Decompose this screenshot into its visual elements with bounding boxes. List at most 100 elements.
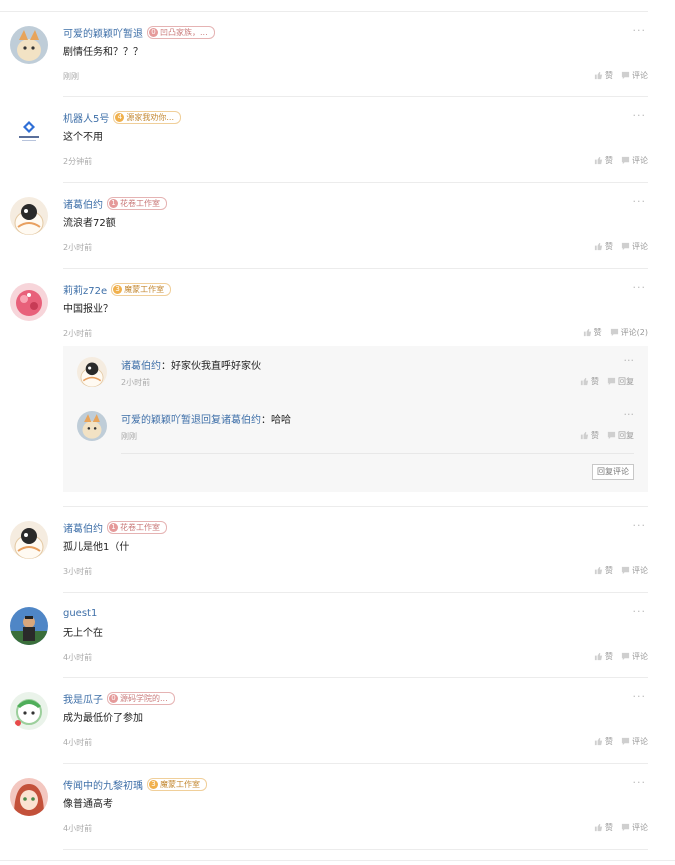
avatar[interactable] — [10, 111, 48, 149]
more-options-icon[interactable]: ··· — [633, 281, 647, 294]
thumbs-up-icon — [583, 328, 591, 337]
like-button[interactable]: 赞 — [594, 241, 613, 252]
reply-text: 好家伙我直呼好家伙 — [171, 361, 261, 372]
like-button[interactable]: 赞 — [580, 430, 599, 441]
comment-item: 诸葛伯约 1 花卷工作室 孤儿是他1（什 3小时前 ··· 赞 评论 — [0, 507, 648, 593]
comment-label: 评论 — [632, 71, 648, 80]
username[interactable]: 传闻中的九黎初瑀 — [63, 777, 143, 792]
like-button[interactable]: 赞 — [594, 155, 613, 166]
like-label: 赞 — [605, 242, 613, 251]
more-options-icon[interactable]: ··· — [633, 690, 647, 703]
replies-panel: 诸葛伯约：好家伙我直呼好家伙 2小时前 ··· 赞 回复 可爱的颖颖吖暂退回复诸… — [63, 346, 648, 492]
avatar[interactable] — [10, 692, 48, 730]
group-badge[interactable]: 3 魔蒙工作室 — [147, 777, 207, 791]
username[interactable]: 机器人5号 — [63, 110, 109, 125]
timestamp: 刚刚 — [121, 432, 137, 441]
comment-actions: 赞 评论 — [586, 565, 648, 576]
like-button[interactable]: 赞 — [580, 376, 599, 387]
more-options-icon[interactable]: ··· — [633, 776, 647, 789]
like-button[interactable]: 赞 — [594, 736, 613, 747]
more-options-icon[interactable]: ··· — [633, 605, 647, 618]
more-options-icon[interactable]: ··· — [633, 519, 647, 532]
avatar[interactable] — [10, 778, 48, 816]
comment-item: 传闻中的九黎初瑀 3 魔蒙工作室 像普通高考 4小时前 ··· 赞 评论 — [0, 764, 648, 850]
avatar[interactable] — [10, 197, 48, 235]
like-button[interactable]: 赞 — [594, 651, 613, 662]
more-options-icon[interactable]: ··· — [624, 408, 635, 421]
more-options-icon[interactable]: ··· — [633, 109, 647, 122]
thumbs-up-icon — [580, 431, 589, 440]
badge-label: 源码学院的... — [120, 693, 168, 703]
reply-item: 诸葛伯约：好家伙我直呼好家伙 2小时前 ··· 赞 回复 — [63, 346, 648, 400]
name-row: 莉莉z72e 3 魔蒙工作室 — [63, 282, 172, 297]
group-badge[interactable]: 1 花卷工作室 — [107, 520, 167, 534]
comment-button[interactable]: 评论 — [621, 822, 648, 833]
username[interactable]: guest1 — [63, 608, 97, 619]
username[interactable]: 可爱的颖颖吖暂退 — [63, 25, 143, 40]
bottom-divider — [0, 860, 675, 861]
comment-actions: 赞 评论 — [586, 651, 648, 662]
badge-label: 魔蒙工作室 — [124, 284, 165, 294]
like-label: 赞 — [593, 328, 602, 337]
comment-button[interactable]: 评论 — [621, 241, 648, 252]
group-badge[interactable]: 1 花卷工作室 — [107, 196, 167, 210]
avatar[interactable] — [10, 283, 48, 321]
group-badge[interactable]: 3 魔蒙工作室 — [111, 282, 172, 296]
like-button[interactable]: 赞 — [594, 822, 613, 833]
username[interactable]: 诸葛伯约 — [63, 196, 103, 211]
badge-label: 花卷工作室 — [120, 198, 160, 208]
avatar[interactable] — [10, 26, 48, 64]
comment-icon — [621, 566, 630, 575]
like-button[interactable]: 赞 — [594, 565, 613, 576]
comment-label: 评论 — [632, 242, 648, 251]
username[interactable]: 我是瓜子 — [63, 691, 103, 706]
group-badge[interactable]: 4 源家我劝你... — [113, 110, 182, 124]
level-icon: 3 — [149, 779, 158, 789]
avatar[interactable] — [77, 411, 107, 441]
comment-button[interactable]: 评论 — [621, 651, 648, 662]
reply-username[interactable]: 可爱的颖颖吖暂退回复诸葛伯约 — [121, 415, 261, 426]
name-row: 诸葛伯约 1 花卷工作室 — [63, 196, 167, 211]
thumbs-up-icon — [594, 737, 603, 746]
avatar[interactable] — [77, 357, 107, 387]
name-row: 诸葛伯约 1 花卷工作室 — [63, 520, 167, 535]
comment-icon — [621, 156, 630, 165]
comment-actions: 赞 评论(2) — [575, 327, 648, 338]
username[interactable]: 莉莉z72e — [63, 282, 107, 297]
more-options-icon[interactable]: ··· — [633, 195, 647, 208]
more-options-icon[interactable]: ··· — [624, 354, 635, 367]
comment-actions: 赞 评论 — [586, 241, 648, 252]
avatar[interactable] — [10, 521, 48, 559]
comment-icon — [621, 737, 630, 746]
username[interactable]: 诸葛伯约 — [63, 520, 103, 535]
comment-icon — [621, 71, 630, 80]
reply-button[interactable]: 回复 — [607, 376, 634, 387]
comment-button[interactable]: 评论(2) — [610, 327, 648, 338]
thumbs-up-icon — [594, 823, 603, 832]
like-button[interactable]: 赞 — [594, 70, 613, 81]
reply-text: 哈哈 — [271, 415, 291, 426]
like-button[interactable]: 赞 — [583, 327, 602, 338]
reply-separator: ： — [161, 361, 171, 372]
more-options-icon[interactable]: ··· — [633, 24, 647, 37]
thumbs-up-icon — [594, 652, 603, 661]
group-badge[interactable]: 0 源码学院的... — [107, 691, 175, 705]
reply-comment-button[interactable]: 回复评论 — [592, 464, 634, 480]
like-label: 赞 — [591, 431, 599, 440]
reply-username[interactable]: 诸葛伯约 — [121, 361, 161, 372]
thumbs-up-icon — [594, 566, 603, 575]
reply-button[interactable]: 回复 — [607, 430, 634, 441]
comment-icon — [607, 377, 616, 386]
level-icon: 3 — [113, 284, 123, 294]
name-row: 我是瓜子 0 源码学院的... — [63, 691, 175, 706]
comment-label: 评论(2) — [620, 328, 648, 337]
comment-button[interactable]: 评论 — [621, 155, 648, 166]
timestamp: 2小时前 — [63, 329, 93, 338]
group-badge[interactable]: 0 凹凸家族，... — [147, 25, 215, 39]
name-row: guest1 — [63, 606, 97, 620]
avatar[interactable] — [10, 607, 48, 645]
comment-button[interactable]: 评论 — [621, 70, 648, 81]
comment-button[interactable]: 评论 — [621, 565, 648, 576]
reply-label: 回复 — [618, 431, 634, 440]
comment-button[interactable]: 评论 — [621, 736, 648, 747]
